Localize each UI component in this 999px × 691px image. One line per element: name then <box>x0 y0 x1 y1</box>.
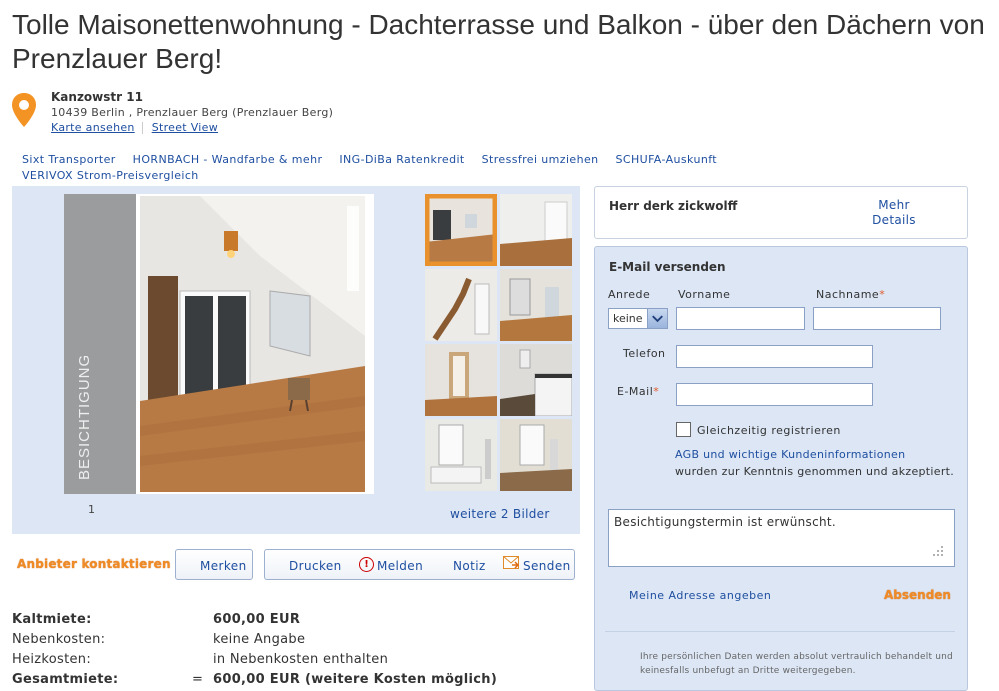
note-button[interactable]: Notiz <box>453 559 486 573</box>
thumbnail[interactable] <box>425 419 497 491</box>
cost-label: Nebenkosten: <box>12 632 106 647</box>
cost-row: Kaltmiete: 600,00 EUR <box>12 610 497 630</box>
cost-row: Gesamtmiete: = 600,00 EUR (weitere Kosten … <box>12 670 497 690</box>
lastname-label-text: Nachname <box>816 288 880 301</box>
cost-value: 600,00 EUR (weitere Kosten möglich) <box>213 672 498 687</box>
rent-costs: Kaltmiete: 600,00 EUR Nebenkosten: keine A… <box>12 610 497 690</box>
ad-link[interactable]: SCHUFA-Auskunft <box>616 153 718 166</box>
bookmark-button[interactable]: Merken <box>175 549 253 580</box>
address-city: 10439 Berlin , Prenzlauer Berg (Prenzlau… <box>51 106 334 119</box>
print-button[interactable]: Drucken <box>289 559 342 573</box>
terms-link[interactable]: AGB und wichtige Kundeninformationen <box>675 448 905 461</box>
salutation-label: Anrede <box>608 288 651 301</box>
register-checkbox[interactable] <box>676 422 691 437</box>
ad-link[interactable]: ING-DiBa Ratenkredit <box>339 153 464 166</box>
page-title: Tolle Maisonettenwohnung - Dachterrasse … <box>12 9 985 74</box>
privacy-note: Ihre persönlichen Daten werden absolut v… <box>640 652 953 676</box>
cost-label: Heizkosten: <box>12 652 92 667</box>
sponsored-links: Sixt Transporter HORNBACH - Wandfarbe & m… <box>22 152 802 184</box>
ad-link[interactable]: VERIVOX Strom-Preisvergleich <box>22 169 199 182</box>
resize-grip-icon[interactable] <box>932 545 944 557</box>
my-address-link[interactable]: Meine Adresse angeben <box>629 589 771 602</box>
form-divider <box>605 631 955 632</box>
cost-value: in Nebenkosten enthalten <box>213 652 389 667</box>
more-photos-link[interactable]: weitere 2 Bilder <box>450 507 550 521</box>
required-mark: * <box>653 385 660 398</box>
thumbnail[interactable] <box>425 269 497 341</box>
main-photo[interactable] <box>140 196 365 492</box>
mail-send-icon[interactable] <box>503 556 519 569</box>
firstname-input[interactable] <box>676 307 805 330</box>
cost-label: Kaltmiete: <box>12 612 92 627</box>
email-form-title: E-Mail versenden <box>609 260 726 274</box>
email-input[interactable] <box>676 383 873 406</box>
required-mark: * <box>879 288 886 301</box>
viewing-banner-text: BESICHTIGUNG <box>76 353 93 480</box>
message-textarea[interactable]: Besichtigungstermin ist erwünscht. <box>608 509 955 567</box>
more-details-link[interactable]: Mehr Details <box>858 198 930 228</box>
thumbnail[interactable] <box>500 344 572 416</box>
cost-row: Nebenkosten: keine Angabe <box>12 630 497 650</box>
map-pin-icon <box>12 93 36 127</box>
ad-link[interactable]: Stressfrei umziehen <box>482 153 599 166</box>
photo-index: 1 <box>88 503 95 516</box>
terms-statement: wurden zur Kenntnis genommen und akzepti… <box>675 465 955 478</box>
ad-link[interactable]: HORNBACH - Wandfarbe & mehr <box>133 153 323 166</box>
cost-label: Gesamtmiete: <box>12 672 119 687</box>
cost-value: 600,00 EUR <box>213 612 301 627</box>
report-icon[interactable]: ! <box>359 557 374 572</box>
address-links: Karte ansehen Street View <box>51 121 218 134</box>
cost-eq: = <box>192 672 204 687</box>
report-button[interactable]: Melden <box>377 559 423 573</box>
register-label: Gleichzeitig registrieren <box>697 424 841 437</box>
thumbnail[interactable] <box>500 269 572 341</box>
thumbnail[interactable] <box>425 344 497 416</box>
viewing-banner <box>64 194 136 494</box>
contact-provider-button[interactable]: Anbieter kontaktieren <box>17 557 171 571</box>
thumbnail[interactable] <box>500 419 572 491</box>
thumbnail[interactable] <box>500 194 572 266</box>
lastname-label: Nachname* <box>816 288 885 301</box>
send-button[interactable]: Senden <box>523 559 571 573</box>
streetview-link[interactable]: Street View <box>152 121 218 134</box>
terms-text: AGB und wichtige Kundeninformationen wur… <box>675 446 960 480</box>
address-street: Kanzowstr 11 <box>51 90 143 104</box>
thumbnail[interactable] <box>425 194 497 266</box>
phone-input[interactable] <box>676 345 873 368</box>
cost-value: keine Angabe <box>213 632 306 647</box>
cost-row: Heizkosten: in Nebenkosten enthalten <box>12 650 497 670</box>
link-divider <box>141 122 143 134</box>
firstname-label: Vorname <box>678 288 731 301</box>
owner-name: Herr derk zickwolff <box>609 199 738 213</box>
phone-label: Telefon <box>623 347 666 360</box>
email-label: E-Mail* <box>617 385 659 398</box>
action-toolbar: Drucken ! Melden Notiz Senden <box>264 549 575 580</box>
map-link[interactable]: Karte ansehen <box>51 121 135 134</box>
ad-link[interactable]: Sixt Transporter <box>22 153 116 166</box>
bookmark-label: Merken <box>200 559 247 573</box>
email-label-text: E-Mail <box>617 385 654 398</box>
lastname-input[interactable] <box>813 307 941 330</box>
submit-button[interactable]: Absenden <box>884 588 951 602</box>
chevron-down-icon[interactable] <box>647 309 667 328</box>
